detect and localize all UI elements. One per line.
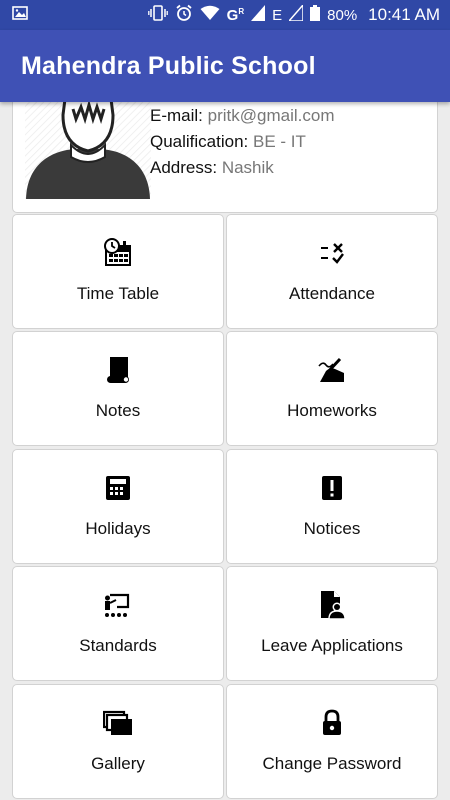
profile-avatar: [25, 102, 151, 199]
attendance-checklist-icon: [316, 237, 348, 269]
email-value: pritk@gmail.com: [207, 106, 335, 125]
dashboard-content[interactable]: E-mail: pritk@gmail.com Qualification: B…: [0, 102, 450, 800]
app-bar: Mahendra Public School: [0, 30, 450, 102]
network-e-indicator: E: [272, 6, 283, 24]
class-presentation-icon: [102, 589, 134, 621]
leave-applications-label: Leave Applications: [261, 636, 403, 655]
scroll-icon: [102, 354, 134, 386]
gallery-label: Gallery: [91, 754, 145, 773]
signal-icon: [251, 5, 266, 25]
status-bar: G R E 80% 10:41 AM: [0, 0, 450, 30]
leave-applications-button[interactable]: Leave Applications: [226, 566, 438, 681]
email-row: E-mail: pritk@gmail.com: [150, 106, 335, 125]
change-password-label: Change Password: [262, 754, 402, 773]
standards-button[interactable]: Standards: [12, 566, 224, 681]
gallery-button[interactable]: Gallery: [12, 684, 224, 799]
holidays-label: Holidays: [85, 519, 151, 538]
attendance-label: Attendance: [288, 284, 375, 303]
gallery-cards-icon: [102, 707, 134, 739]
app-title: Mahendra Public School: [21, 51, 316, 80]
address-value: Nashik: [221, 158, 274, 177]
battery-percentage: 80%: [327, 6, 358, 24]
wifi-icon: [200, 5, 220, 25]
profile-info: E-mail: pritk@gmail.com Qualification: B…: [150, 103, 334, 181]
image-notification-icon: [12, 5, 28, 25]
time-table-label: Time Table: [76, 284, 160, 303]
network-g-indicator: G R: [226, 6, 245, 24]
notices-label: Notices: [303, 519, 361, 538]
calendar-clock-icon: [102, 237, 134, 269]
notes-button[interactable]: Notes: [12, 331, 224, 446]
qualification-value: BE - IT: [253, 132, 306, 151]
lock-icon: [316, 707, 348, 739]
notices-button[interactable]: Notices: [226, 449, 438, 564]
calculator-icon: [102, 472, 134, 504]
holidays-button[interactable]: Holidays: [12, 449, 224, 564]
battery-icon: [310, 5, 321, 25]
document-person-icon: [316, 589, 348, 621]
profile-card: E-mail: pritk@gmail.com Qualification: B…: [12, 102, 438, 213]
address-row: Address: Nashik: [150, 158, 274, 177]
notice-alert-icon: [316, 472, 348, 504]
clock-time: 10:41 AM: [368, 5, 440, 24]
hand-writing-icon: [316, 354, 348, 386]
notes-label: Notes: [95, 401, 141, 420]
attendance-button[interactable]: Attendance: [226, 214, 438, 329]
time-table-button[interactable]: Time Table: [12, 214, 224, 329]
signal-icon-2: [287, 3, 304, 25]
standards-label: Standards: [79, 636, 157, 655]
alarm-icon: [175, 4, 193, 26]
homeworks-button[interactable]: Homeworks: [226, 331, 438, 446]
vibrate-icon: [147, 5, 168, 25]
qualification-row: Qualification: BE - IT: [150, 132, 306, 151]
homeworks-label: Homeworks: [287, 401, 377, 420]
change-password-button[interactable]: Change Password: [226, 684, 438, 799]
